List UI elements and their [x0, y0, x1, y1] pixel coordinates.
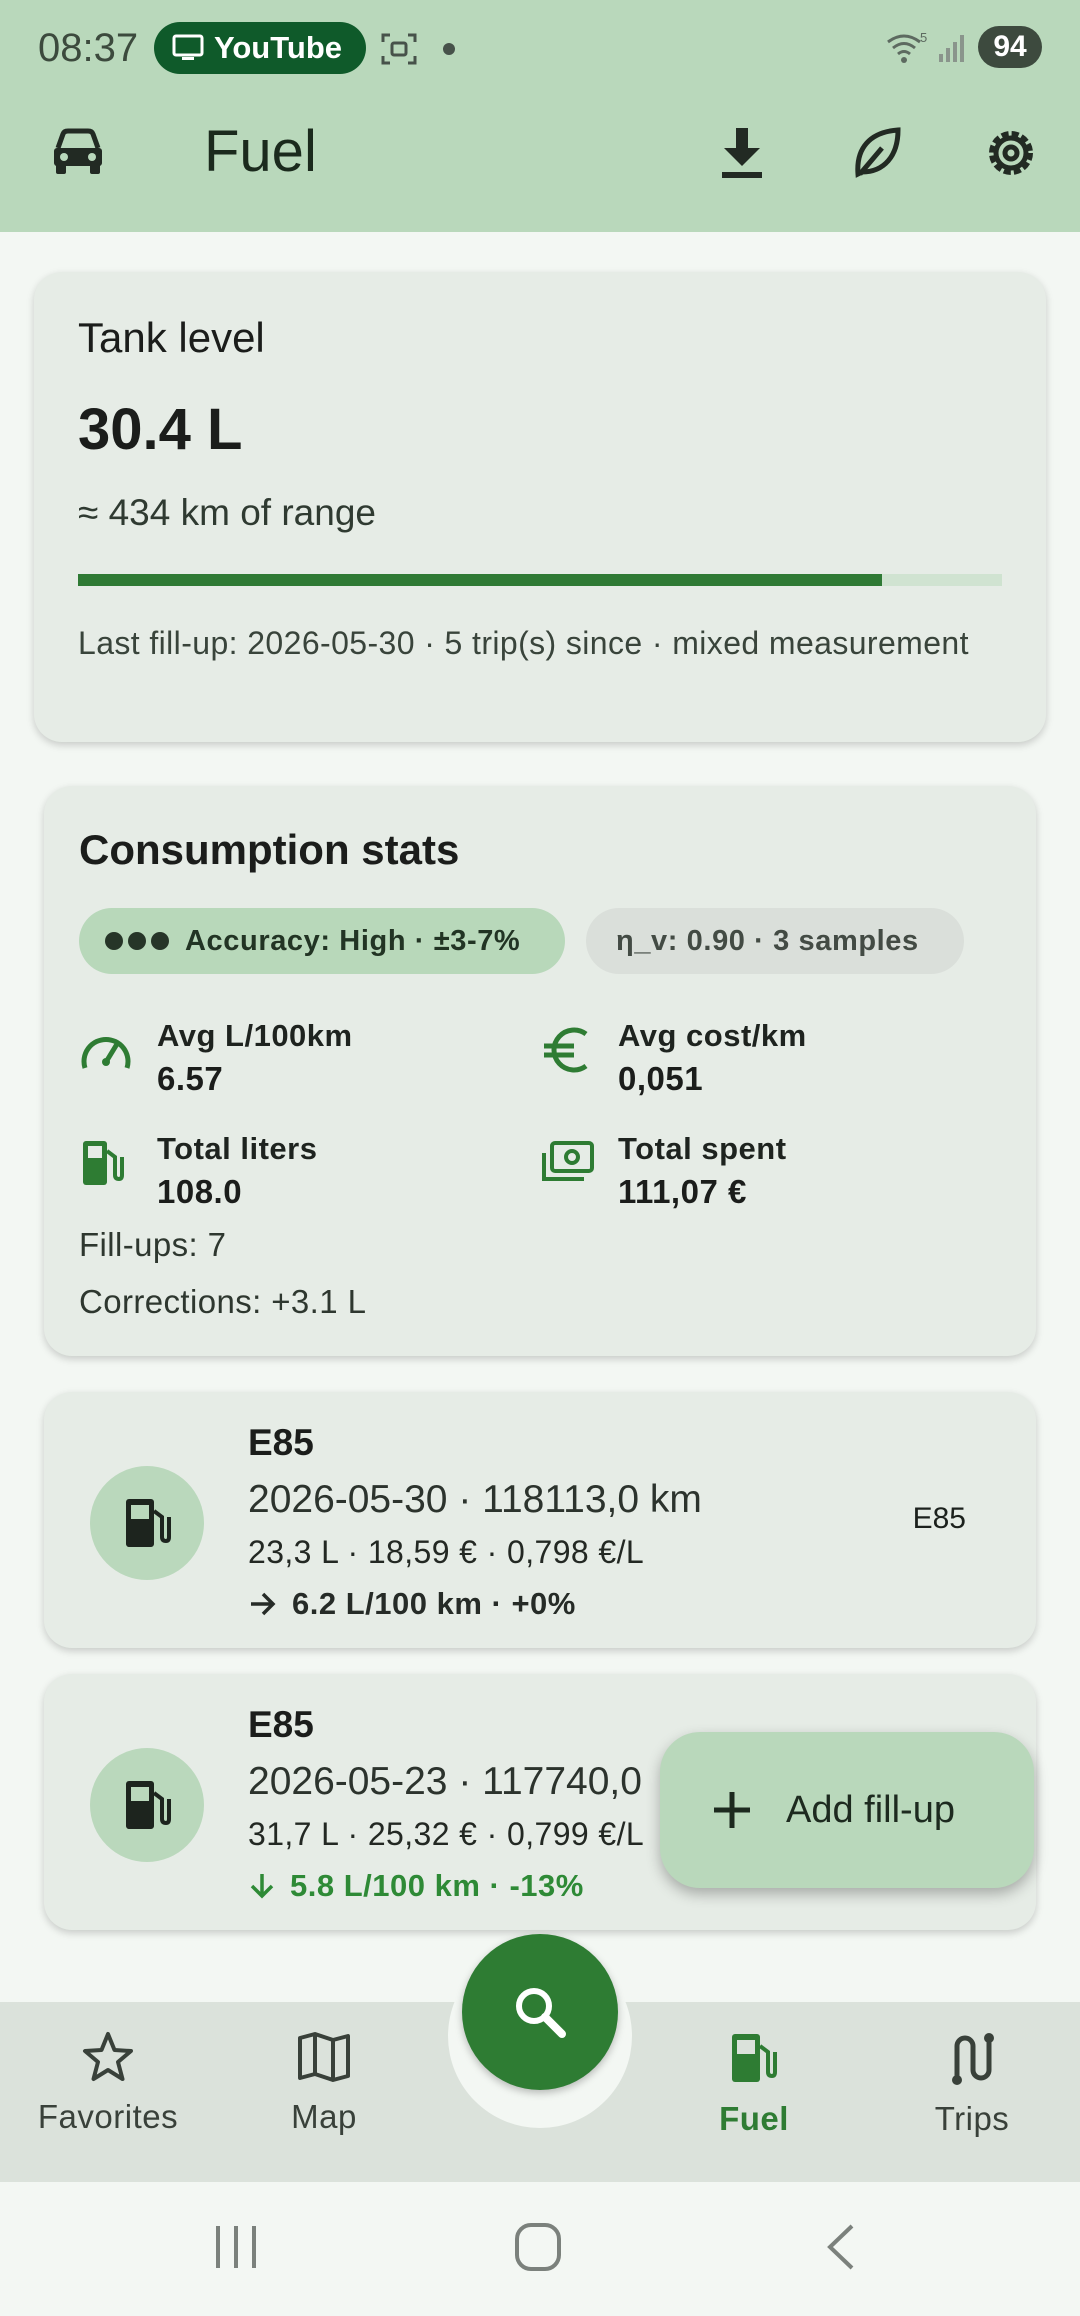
fillup-list-item[interactable]: E85 2026-05-30 · 118113,0 km 23,3 L · 18…	[44, 1392, 1036, 1648]
home-icon[interactable]	[514, 2222, 562, 2272]
page-title: Fuel	[204, 119, 317, 184]
nav-item-trips[interactable]: Trips	[872, 2030, 1072, 2138]
avg-cost-value: 0,051	[618, 1060, 704, 1097]
fillup-date-odometer: 2026-05-23 · 117740,0	[248, 1760, 642, 1803]
wifi-icon: 5	[887, 30, 927, 63]
fuel-pump-icon	[126, 1781, 171, 1829]
fuel-pump-icon	[732, 2034, 777, 2082]
speedometer-icon	[81, 1036, 131, 1069]
nav-label-map: Map	[291, 2098, 357, 2135]
eta-chip-label: η_v: 0.90 · 3 samples	[616, 924, 919, 957]
map-icon	[298, 2032, 350, 2082]
fillups-count: Fill-ups: 7	[79, 1226, 227, 1263]
fillup-date-odometer: 2026-05-30 · 118113,0 km	[248, 1478, 702, 1521]
accuracy-dots-icon	[105, 932, 169, 950]
leaf-icon[interactable]	[852, 124, 902, 180]
fillup-consumption: 5.8 L/100 km · -13%	[248, 1868, 584, 1904]
fuel-pump-icon	[83, 1141, 124, 1185]
avg-consumption-value: 6.57	[157, 1060, 224, 1097]
settings-icon[interactable]	[982, 124, 1040, 182]
consumption-stats-card: Consumption stats Accuracy: High · ±3-7%…	[44, 786, 1036, 1356]
accuracy-chip[interactable]: Accuracy: High · ±3-7%	[79, 908, 565, 974]
money-icon	[542, 1141, 594, 1181]
nav-item-fuel[interactable]: Fuel	[654, 2030, 854, 2138]
notification-dot-icon	[443, 43, 455, 55]
euro-icon	[544, 1027, 588, 1073]
back-icon[interactable]	[822, 2222, 858, 2272]
fuel-pump-icon	[126, 1499, 171, 1547]
app-bar	[0, 96, 1080, 232]
tank-progress-bar	[78, 574, 1002, 586]
total-liters-value: 108.0	[157, 1173, 243, 1210]
stats-title: Consumption stats	[79, 826, 460, 873]
add-fillup-button[interactable]: Add fill-up	[660, 1732, 1034, 1888]
fillup-amounts: 31,7 L · 25,32 € · 0,799 €/L	[248, 1816, 645, 1852]
fillup-avatar	[90, 1466, 204, 1580]
avg-consumption-label: Avg L/100km	[157, 1018, 353, 1053]
signal-icon	[939, 35, 964, 62]
youtube-label: YouTube	[214, 30, 342, 65]
download-icon[interactable]	[718, 124, 766, 180]
last-fillup-text: Last fill-up: 2026-05-30 · 5 trip(s) sin…	[78, 625, 969, 661]
eta-chip[interactable]: η_v: 0.90 · 3 samples	[586, 908, 964, 974]
nav-item-favorites[interactable]: Favorites	[8, 2030, 208, 2136]
route-icon	[952, 2033, 994, 2085]
total-spent-value: 111,07 €	[618, 1173, 747, 1210]
tank-progress-fill	[78, 574, 882, 586]
total-liters-label: Total liters	[157, 1131, 318, 1166]
avg-cost-label: Avg cost/km	[618, 1018, 807, 1053]
fillup-fuel-name: E85	[248, 1422, 314, 1463]
nav-label-favorites: Favorites	[37, 2098, 179, 2135]
youtube-notification-pill[interactable]: YouTube	[154, 22, 366, 74]
battery-indicator: 94	[978, 26, 1042, 68]
cast-screen-icon	[172, 34, 204, 60]
corrections-value: Corrections: +3.1 L	[79, 1283, 367, 1320]
fillup-avatar	[90, 1748, 204, 1862]
nav-item-map[interactable]: Map	[224, 2030, 424, 2136]
fillup-fuel-name: E85	[248, 1704, 314, 1745]
nav-label-trips: Trips	[934, 2100, 1010, 2137]
fillup-consumption: 6.2 L/100 km · +0%	[248, 1586, 576, 1622]
search-icon	[516, 1988, 566, 2038]
plus-icon	[714, 1792, 750, 1828]
tank-level-value: 30.4 L	[78, 397, 243, 462]
svg-text:5: 5	[920, 30, 927, 45]
search-button[interactable]	[462, 1934, 618, 2090]
add-fillup-label: Add fill-up	[786, 1788, 955, 1831]
recent-apps-icon[interactable]	[214, 2224, 258, 2270]
fillup-consumption-text: 5.8 L/100 km · -13%	[290, 1868, 584, 1903]
tank-range: ≈ 434 km of range	[78, 492, 376, 533]
tank-level-card: Tank level 30.4 L ≈ 434 km of range Last…	[34, 272, 1046, 742]
status-time: 08:37	[38, 26, 139, 70]
car-icon[interactable]	[50, 126, 106, 178]
tank-level-title: Tank level	[78, 314, 265, 361]
fillup-consumption-text: 6.2 L/100 km · +0%	[292, 1586, 576, 1621]
fillup-amounts: 23,3 L · 18,59 € · 0,798 €/L	[248, 1534, 645, 1570]
fillup-fuel-badge: E85	[912, 1502, 966, 1535]
screenshot-icon	[381, 33, 417, 65]
total-spent-label: Total spent	[618, 1131, 787, 1166]
status-bar: 08:37 YouTube 5 94	[0, 0, 1080, 96]
nav-label-fuel: Fuel	[719, 2100, 789, 2137]
star-icon	[83, 2032, 133, 2081]
arrow-down-icon	[250, 1874, 274, 1899]
arrow-right-icon	[251, 1592, 276, 1616]
accuracy-chip-label: Accuracy: High · ±3-7%	[185, 924, 521, 957]
system-navigation-bar	[0, 2182, 1080, 2316]
